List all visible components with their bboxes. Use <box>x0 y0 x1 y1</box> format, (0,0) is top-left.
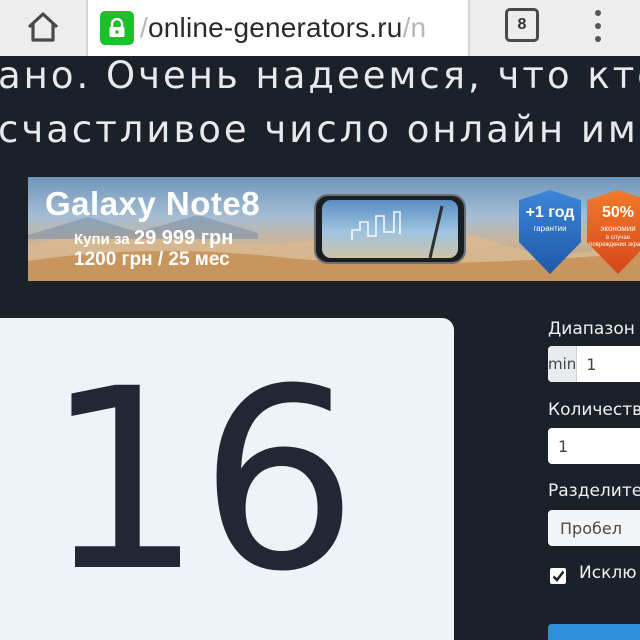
ad-price-prefix: Купи за <box>74 231 130 248</box>
checkmark-icon <box>552 570 564 582</box>
home-icon <box>27 12 59 42</box>
url-host: online-generators.ru <box>147 12 403 43</box>
warranty-badge-main: +1 год <box>525 204 575 221</box>
discount-badge-sub: экономии <box>600 224 636 233</box>
warranty-badge-sub: гарантии <box>533 224 567 233</box>
ad-credit: 1200 грн / 25 мес <box>74 249 230 270</box>
home-button[interactable] <box>22 8 64 46</box>
page-text-line: счастливое число онлайн име <box>0 108 640 151</box>
exclude-checkbox[interactable] <box>550 568 566 584</box>
browser-toolbar: /online-generators.ru/n 8 <box>0 0 640 56</box>
overflow-menu-icon[interactable] <box>586 8 610 44</box>
ad-title: Galaxy Note8 <box>45 185 261 222</box>
address-bar[interactable]: /online-generators.ru/n <box>86 0 470 56</box>
url-text: /online-generators.ru/n <box>140 12 426 44</box>
range-min-prefix: min <box>548 346 578 382</box>
range-min-input[interactable] <box>577 346 640 382</box>
phone-image <box>314 194 466 264</box>
tabs-button[interactable]: 8 <box>505 8 539 42</box>
url-suffix: /n <box>402 12 427 43</box>
discount-badge-fine: в случае повреждения экрана <box>589 235 640 248</box>
lock-icon <box>100 11 134 45</box>
exclude-label: Исклю <box>579 563 637 583</box>
generate-button[interactable] <box>548 624 640 640</box>
result-card: 16 <box>0 318 454 640</box>
separator-select[interactable]: Пробел <box>548 510 640 546</box>
separator-selected-value: Пробел <box>560 518 622 538</box>
discount-badge-main: 50% <box>601 204 635 221</box>
count-input[interactable] <box>548 428 640 464</box>
range-min-group: min <box>548 346 640 382</box>
range-label: Диапазон <box>548 319 635 339</box>
url-prefix: / <box>140 12 148 43</box>
separator-label: Разделите <box>548 481 640 501</box>
generated-number: 16 <box>44 335 358 626</box>
ad-banner[interactable]: Galaxy Note8 Купи за 29 999 грн 1200 грн… <box>28 177 640 281</box>
page-text-line: ано. Очень надеемся, что кто <box>0 54 640 97</box>
count-label: Количеств <box>548 400 640 420</box>
ad-price-value: 29 999 грн <box>134 227 234 249</box>
ad-price: Купи за 29 999 грн <box>74 227 233 250</box>
